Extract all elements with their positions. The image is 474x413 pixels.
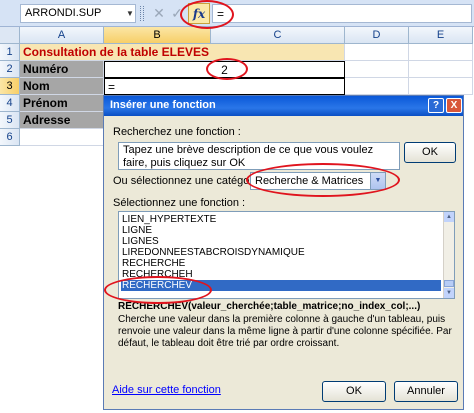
row-header-4[interactable]: 4	[0, 95, 20, 112]
cancel-button[interactable]: Annuler	[394, 381, 458, 402]
row-header-1[interactable]: 1	[0, 44, 20, 61]
category-value: Recherche & Matrices	[255, 175, 364, 187]
cell-a3-label[interactable]: Nom	[20, 78, 104, 95]
function-description: Cherche une valeur dans la première colo…	[118, 314, 452, 349]
function-item[interactable]: LIREDONNEESTABCROISDYNAMIQUE	[121, 247, 441, 258]
row-header-2[interactable]: 2	[0, 61, 20, 78]
help-link[interactable]: Aide sur cette fonction	[112, 384, 221, 396]
search-ok-button[interactable]: OK	[404, 142, 456, 163]
cancel-formula-button[interactable]: ✕	[150, 4, 168, 23]
function-list[interactable]: LIEN_HYPERTEXTE LIGNE LIGNES LIREDONNEES…	[118, 211, 455, 299]
category-label: Ou sélectionnez une catégorie :	[113, 175, 268, 187]
scroll-thumb[interactable]	[444, 280, 454, 287]
column-header-c[interactable]: C	[211, 27, 345, 44]
ok-button[interactable]: OK	[322, 381, 386, 402]
search-input[interactable]: Tapez une brève description de ce que vo…	[118, 142, 400, 170]
function-list-scrollbar[interactable]: ▲ ▼	[443, 212, 454, 298]
row-header-3[interactable]: 3	[0, 78, 20, 95]
close-icon[interactable]: X	[446, 98, 462, 113]
dialog-title[interactable]: Insérer une fonction	[104, 96, 463, 116]
function-item[interactable]: RECHERCHE	[121, 258, 441, 269]
category-select[interactable]: Recherche & Matrices ▼	[250, 172, 386, 190]
function-list-label: Sélectionnez une fonction :	[113, 197, 246, 209]
cell-b3-active[interactable]: =	[104, 78, 345, 95]
cell-d2[interactable]	[345, 61, 409, 78]
cell-a4-label[interactable]: Prénom	[20, 95, 104, 112]
cell-e2[interactable]	[409, 61, 473, 78]
help-icon[interactable]: ?	[428, 98, 444, 113]
function-syntax: RECHERCHEV(valeur_cherchée;table_matrice…	[118, 301, 421, 312]
enter-formula-button[interactable]: ✓	[168, 4, 186, 23]
cell-a5-label[interactable]: Adresse	[20, 112, 104, 129]
column-header-b[interactable]: B	[104, 27, 211, 44]
select-all-corner[interactable]	[0, 27, 20, 44]
formula-bar-divider[interactable]	[140, 6, 144, 21]
column-headers: A B C D E	[0, 27, 474, 44]
cell-a6[interactable]	[20, 129, 104, 146]
name-box[interactable]: ARRONDI.SUP	[20, 4, 136, 23]
row-header-6[interactable]: 6	[0, 129, 20, 146]
insert-function-button[interactable]: fx	[188, 3, 210, 24]
formula-bar: ARRONDI.SUP ▼ ✕ ✓ fx =	[0, 0, 474, 27]
column-header-a[interactable]: A	[20, 27, 104, 44]
function-item-selected[interactable]: RECHERCHEV	[121, 280, 441, 291]
function-item[interactable]: LIGNES	[121, 236, 441, 247]
cell-d3[interactable]	[345, 78, 409, 95]
formula-input[interactable]: =	[212, 4, 472, 23]
cell-a1-title[interactable]: Consultation de la table ELEVES	[20, 44, 345, 61]
chevron-down-icon[interactable]: ▼	[370, 173, 385, 189]
scroll-up-icon[interactable]: ▲	[444, 212, 454, 222]
column-header-d[interactable]: D	[345, 27, 409, 44]
search-label: Recherchez une fonction :	[113, 126, 241, 138]
function-item[interactable]: LIEN_HYPERTEXTE	[121, 214, 441, 225]
cell-b2-value[interactable]: 2	[104, 61, 345, 78]
cell-d1[interactable]	[345, 44, 409, 61]
column-header-e[interactable]: E	[409, 27, 473, 44]
cell-e1[interactable]	[409, 44, 473, 61]
function-item[interactable]: RECHERCHEH	[121, 269, 441, 280]
cell-e3[interactable]	[409, 78, 473, 95]
scroll-down-icon[interactable]: ▼	[444, 288, 454, 298]
row-header-5[interactable]: 5	[0, 112, 20, 129]
function-item[interactable]: LIGNE	[121, 225, 441, 236]
chevron-down-icon[interactable]: ▼	[124, 4, 136, 23]
insert-function-dialog: Insérer une fonction ? X Recherchez une …	[103, 95, 464, 410]
cell-a2-label[interactable]: Numéro	[20, 61, 104, 78]
